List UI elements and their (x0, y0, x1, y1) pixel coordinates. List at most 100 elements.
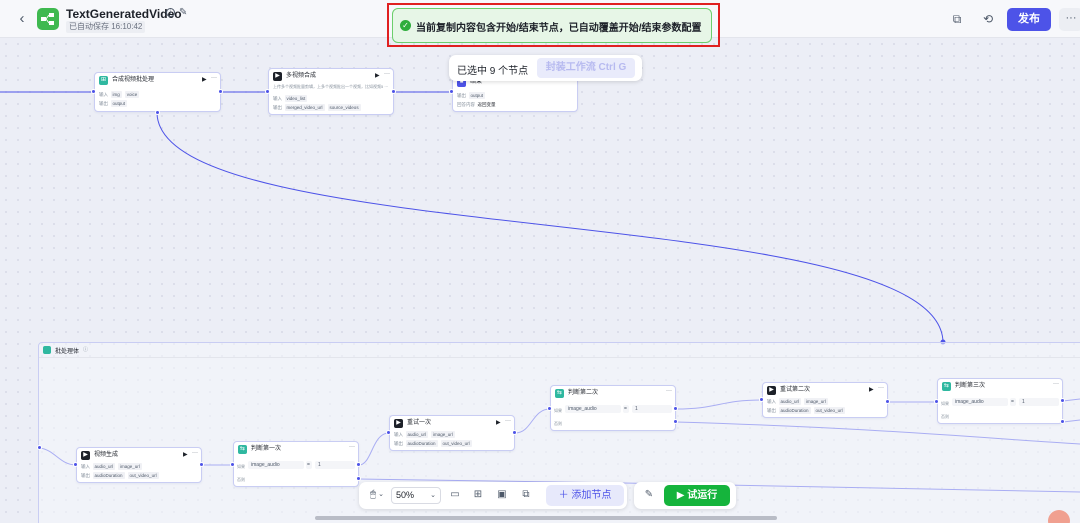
output-port[interactable] (512, 430, 517, 435)
output-port[interactable] (391, 89, 396, 94)
condition-operator[interactable]: = (306, 461, 312, 469)
param-tag: img (110, 91, 122, 98)
more-icon[interactable]: ··· (878, 385, 884, 391)
param-tag: audioDuration (405, 440, 438, 447)
workflow-logo-icon (37, 8, 59, 30)
input-port[interactable] (91, 89, 96, 94)
video-icon: ▶ (394, 419, 403, 428)
run-icon[interactable]: ▶ (183, 451, 188, 458)
output-port[interactable] (1060, 398, 1065, 403)
condition-value[interactable]: 1 (315, 461, 355, 469)
output-label: 输出 (273, 105, 282, 110)
back-arrow-icon[interactable]: ‹ (14, 10, 30, 28)
param-tag: voice (124, 91, 140, 98)
node-retry-first[interactable]: ▶ 重试一次 ▶ ··· 输入 audio_url image_url 输出 aud… (389, 415, 515, 451)
app-title: TextGeneratedVideo (66, 7, 182, 21)
batch-icon (43, 346, 51, 354)
param-tag: image_url (431, 431, 455, 438)
edit-icon[interactable]: ✎ (179, 7, 187, 18)
param-tag: out_video_url (127, 472, 159, 479)
input-port[interactable] (230, 462, 235, 467)
input-port[interactable] (386, 430, 391, 435)
answer-mode: 返回变量 (477, 102, 496, 107)
more-icon[interactable]: ··· (1053, 381, 1059, 387)
history-icon[interactable]: ⟲ (980, 11, 996, 27)
more-icon[interactable]: ··· (666, 388, 672, 394)
condition-variable[interactable]: image_audio (952, 398, 1008, 406)
output-port[interactable] (1060, 419, 1065, 424)
input-port[interactable] (547, 406, 552, 411)
more-icon[interactable]: ··· (211, 75, 217, 81)
group-input-port[interactable] (37, 445, 42, 450)
run-icon[interactable]: ▶ (869, 386, 874, 393)
node-judge-first[interactable]: ⇆ 判断第一次 ··· 如果 image_audio = 1 否则 (233, 441, 359, 487)
output-port[interactable] (356, 462, 361, 467)
node-judge-third[interactable]: ⇆ 判断第三次 ··· 如果 image_audio = 1 否则 (937, 378, 1063, 424)
output-port[interactable] (673, 406, 678, 411)
copy-icon[interactable]: ⧉ (949, 11, 965, 27)
else-label: 否则 (941, 414, 949, 419)
minimap-icon[interactable]: ▣ (495, 488, 509, 502)
info-icon[interactable]: ⓘ (83, 346, 88, 353)
node-judge-second[interactable]: ⇆ 判断第二次 ··· 如果 image_audio = 1 否则 (550, 385, 676, 431)
input-port[interactable] (449, 89, 454, 94)
output-port[interactable] (199, 462, 204, 467)
chevron-down-icon[interactable]: ⌄ (377, 488, 385, 502)
test-run-label: 试运行 (687, 490, 718, 501)
output-port[interactable] (885, 399, 890, 404)
node-description: 上传多个视频批量剪辑，上多个视频批出一个视频，比如视频5 ··· (273, 84, 389, 89)
batch-icon: ⊞ (99, 76, 108, 85)
run-icon[interactable]: ▶ (202, 76, 207, 83)
fit-view-icon[interactable]: ⧉ (519, 488, 533, 502)
input-port[interactable] (265, 89, 270, 94)
output-port[interactable] (218, 89, 223, 94)
publish-button[interactable]: 发布 (1007, 8, 1051, 31)
input-label: 输入 (99, 92, 108, 97)
condition-variable[interactable]: image_audio (248, 461, 304, 469)
encapsulate-button[interactable]: 封装工作流 Ctrl G (537, 58, 635, 78)
condition-value[interactable]: 1 (632, 405, 672, 413)
toast-notification: ✓ 当前复制内容包含开始/结束节点，已自动覆盖开始/结束参数配置 (392, 8, 712, 43)
debug-tool-icon[interactable]: ✎ (642, 488, 656, 502)
input-port[interactable] (934, 399, 939, 404)
add-node-button[interactable]: ＋ 添加节点 (546, 485, 624, 506)
param-tag: audio_url (778, 398, 802, 405)
output-label: 输出 (99, 101, 108, 106)
node-retry-second[interactable]: ▶ 重试第二次 ▶ ··· 输入 audio_url image_url 输出 au… (762, 382, 888, 418)
add-node-label: 添加节点 (571, 490, 612, 501)
input-port[interactable] (759, 397, 764, 402)
input-port[interactable] (73, 462, 78, 467)
info-icon[interactable]: i (166, 8, 175, 17)
horizontal-scrollbar[interactable] (315, 516, 777, 520)
selection-count: 已选中 9 个节点 (457, 66, 529, 77)
condition-operator[interactable]: = (623, 405, 629, 413)
more-button[interactable]: ··· (1059, 8, 1080, 31)
more-icon[interactable]: ··· (384, 71, 390, 77)
run-icon[interactable]: ▶ (375, 72, 380, 79)
test-run-button[interactable]: ▶ 试运行 (664, 485, 730, 506)
node-synth-batch[interactable]: ⊞ 合成视频批处理 ▶ ··· 输入 img voice 输出 output (94, 72, 221, 112)
more-icon[interactable]: ··· (505, 418, 511, 424)
condition-operator[interactable]: = (1010, 398, 1016, 406)
output-port[interactable] (673, 419, 678, 424)
condition-icon: ⇆ (942, 382, 951, 391)
param-tag: audioDuration (778, 407, 811, 414)
output-label: 输出 (81, 473, 90, 478)
node-multi-video[interactable]: ▶ 多视频合成 ▶ ··· 上传多个视频批量剪辑，上多个视频批出一个视频，比如视频… (268, 68, 394, 115)
zoom-select[interactable]: 50% ⌄ (391, 487, 441, 504)
output-port[interactable] (356, 476, 361, 481)
condition-value[interactable]: 1 (1019, 398, 1059, 406)
autosave-status: 已自动保存 16:10:42 (66, 21, 146, 33)
more-icon[interactable]: ··· (192, 450, 198, 456)
condition-variable[interactable]: image_audio (565, 405, 621, 413)
condition-icon: ⇆ (238, 445, 247, 454)
output-port[interactable] (155, 110, 160, 115)
node-video-gen[interactable]: ▶ 视频生成 ▶ ··· 输入 audio_url image_url 输出 aud… (76, 447, 202, 483)
more-icon[interactable]: ··· (349, 444, 355, 450)
run-icon[interactable]: ▶ (496, 419, 501, 426)
comment-icon[interactable]: ▭ (448, 488, 462, 502)
layout-icon[interactable]: ⊞ (471, 488, 485, 502)
param-tag: image_url (804, 398, 828, 405)
node-title: 多视频合成 (286, 73, 317, 79)
output-label: 输出 (767, 408, 776, 413)
